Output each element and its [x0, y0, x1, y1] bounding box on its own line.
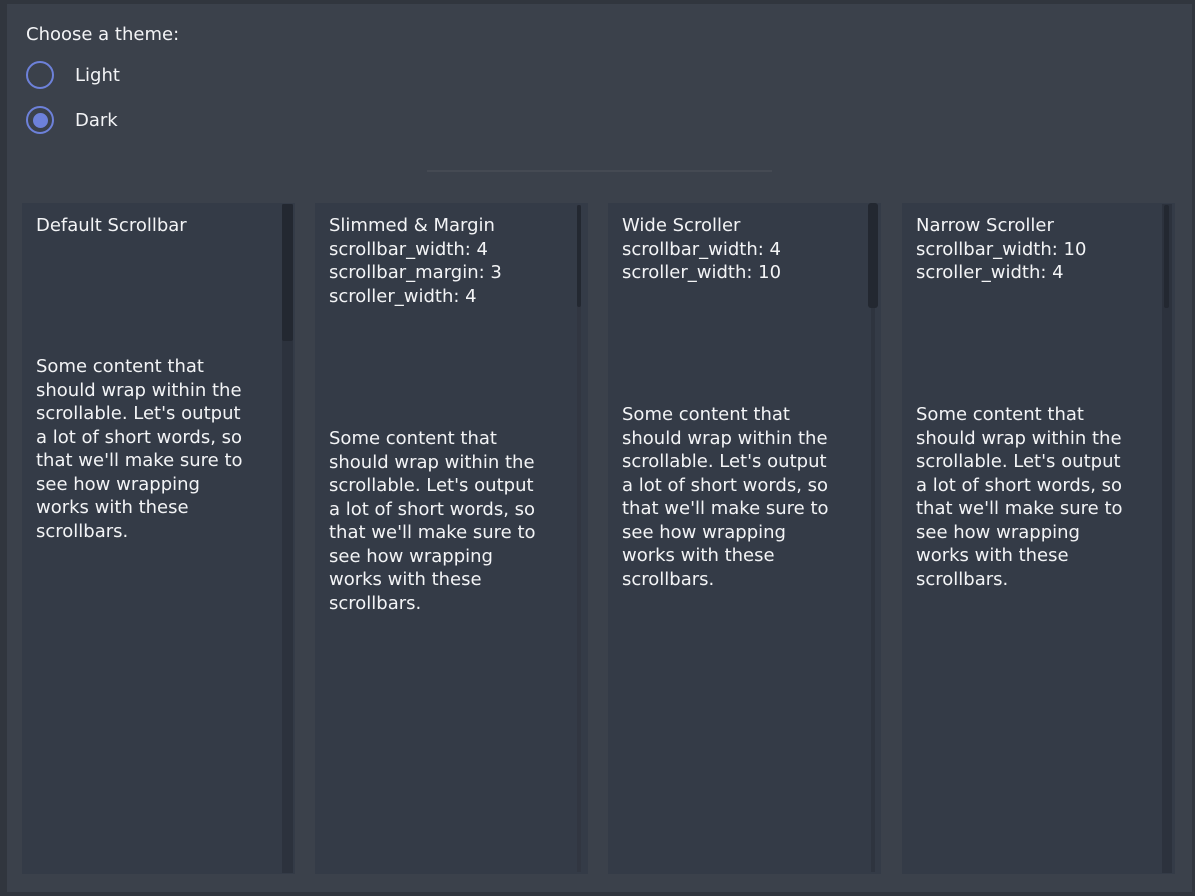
- radio-option-light[interactable]: Light: [26, 61, 120, 89]
- panel-title: Default Scrollbar: [36, 214, 271, 238]
- panel-header: Wide Scroller scrollbar_width: 4 scrolle…: [622, 214, 857, 285]
- radio-dot-light: [33, 68, 48, 83]
- panel-content: Some content that should wrap within the…: [622, 403, 865, 591]
- radio-dot-dark: [33, 113, 48, 128]
- scrollbar-thumb[interactable]: [868, 203, 878, 308]
- panel-wide-scroller[interactable]: Wide Scroller scrollbar_width: 4 scrolle…: [608, 203, 881, 874]
- panel-header: Slimmed & Margin scrollbar_width: 4 scro…: [329, 214, 564, 308]
- scrollbar-thumb[interactable]: [1164, 205, 1169, 308]
- scrollbar-thumb[interactable]: [282, 204, 293, 341]
- panel-title: Wide Scroller: [622, 214, 857, 238]
- panel-narrow-scroller[interactable]: Narrow Scroller scrollbar_width: 10 scro…: [902, 203, 1175, 874]
- scrollbar-demo-window: Choose a theme: Light Dark Default Scrol…: [0, 0, 1195, 896]
- panel-content: Some content that should wrap within the…: [916, 403, 1159, 591]
- panel-header: Default Scrollbar: [36, 214, 271, 238]
- radio-option-dark[interactable]: Dark: [26, 106, 118, 134]
- panel-params: scrollbar_width: 4 scrollbar_margin: 3 s…: [329, 238, 564, 309]
- scrollbar-thumb[interactable]: [577, 205, 581, 307]
- panel-params: scrollbar_width: 4 scroller_width: 10: [622, 238, 857, 285]
- panel-slimmed-margin[interactable]: Slimmed & Margin scrollbar_width: 4 scro…: [315, 203, 588, 874]
- panel-content: Some content that should wrap within the…: [36, 355, 279, 543]
- panel-params: scrollbar_width: 10 scroller_width: 4: [916, 238, 1151, 285]
- panel-default-scrollbar[interactable]: Default Scrollbar Some content that shou…: [22, 203, 295, 874]
- panel-content: Some content that should wrap within the…: [329, 427, 572, 615]
- panel-header: Narrow Scroller scrollbar_width: 10 scro…: [916, 214, 1151, 285]
- radio-icon-dark[interactable]: [26, 106, 54, 134]
- panel-title: Slimmed & Margin: [329, 214, 564, 238]
- theme-chooser-label: Choose a theme:: [26, 24, 179, 45]
- section-divider: [427, 170, 772, 172]
- radio-icon-light[interactable]: [26, 61, 54, 89]
- radio-label-dark[interactable]: Dark: [75, 110, 118, 131]
- panel-title: Narrow Scroller: [916, 214, 1151, 238]
- radio-label-light[interactable]: Light: [75, 65, 120, 86]
